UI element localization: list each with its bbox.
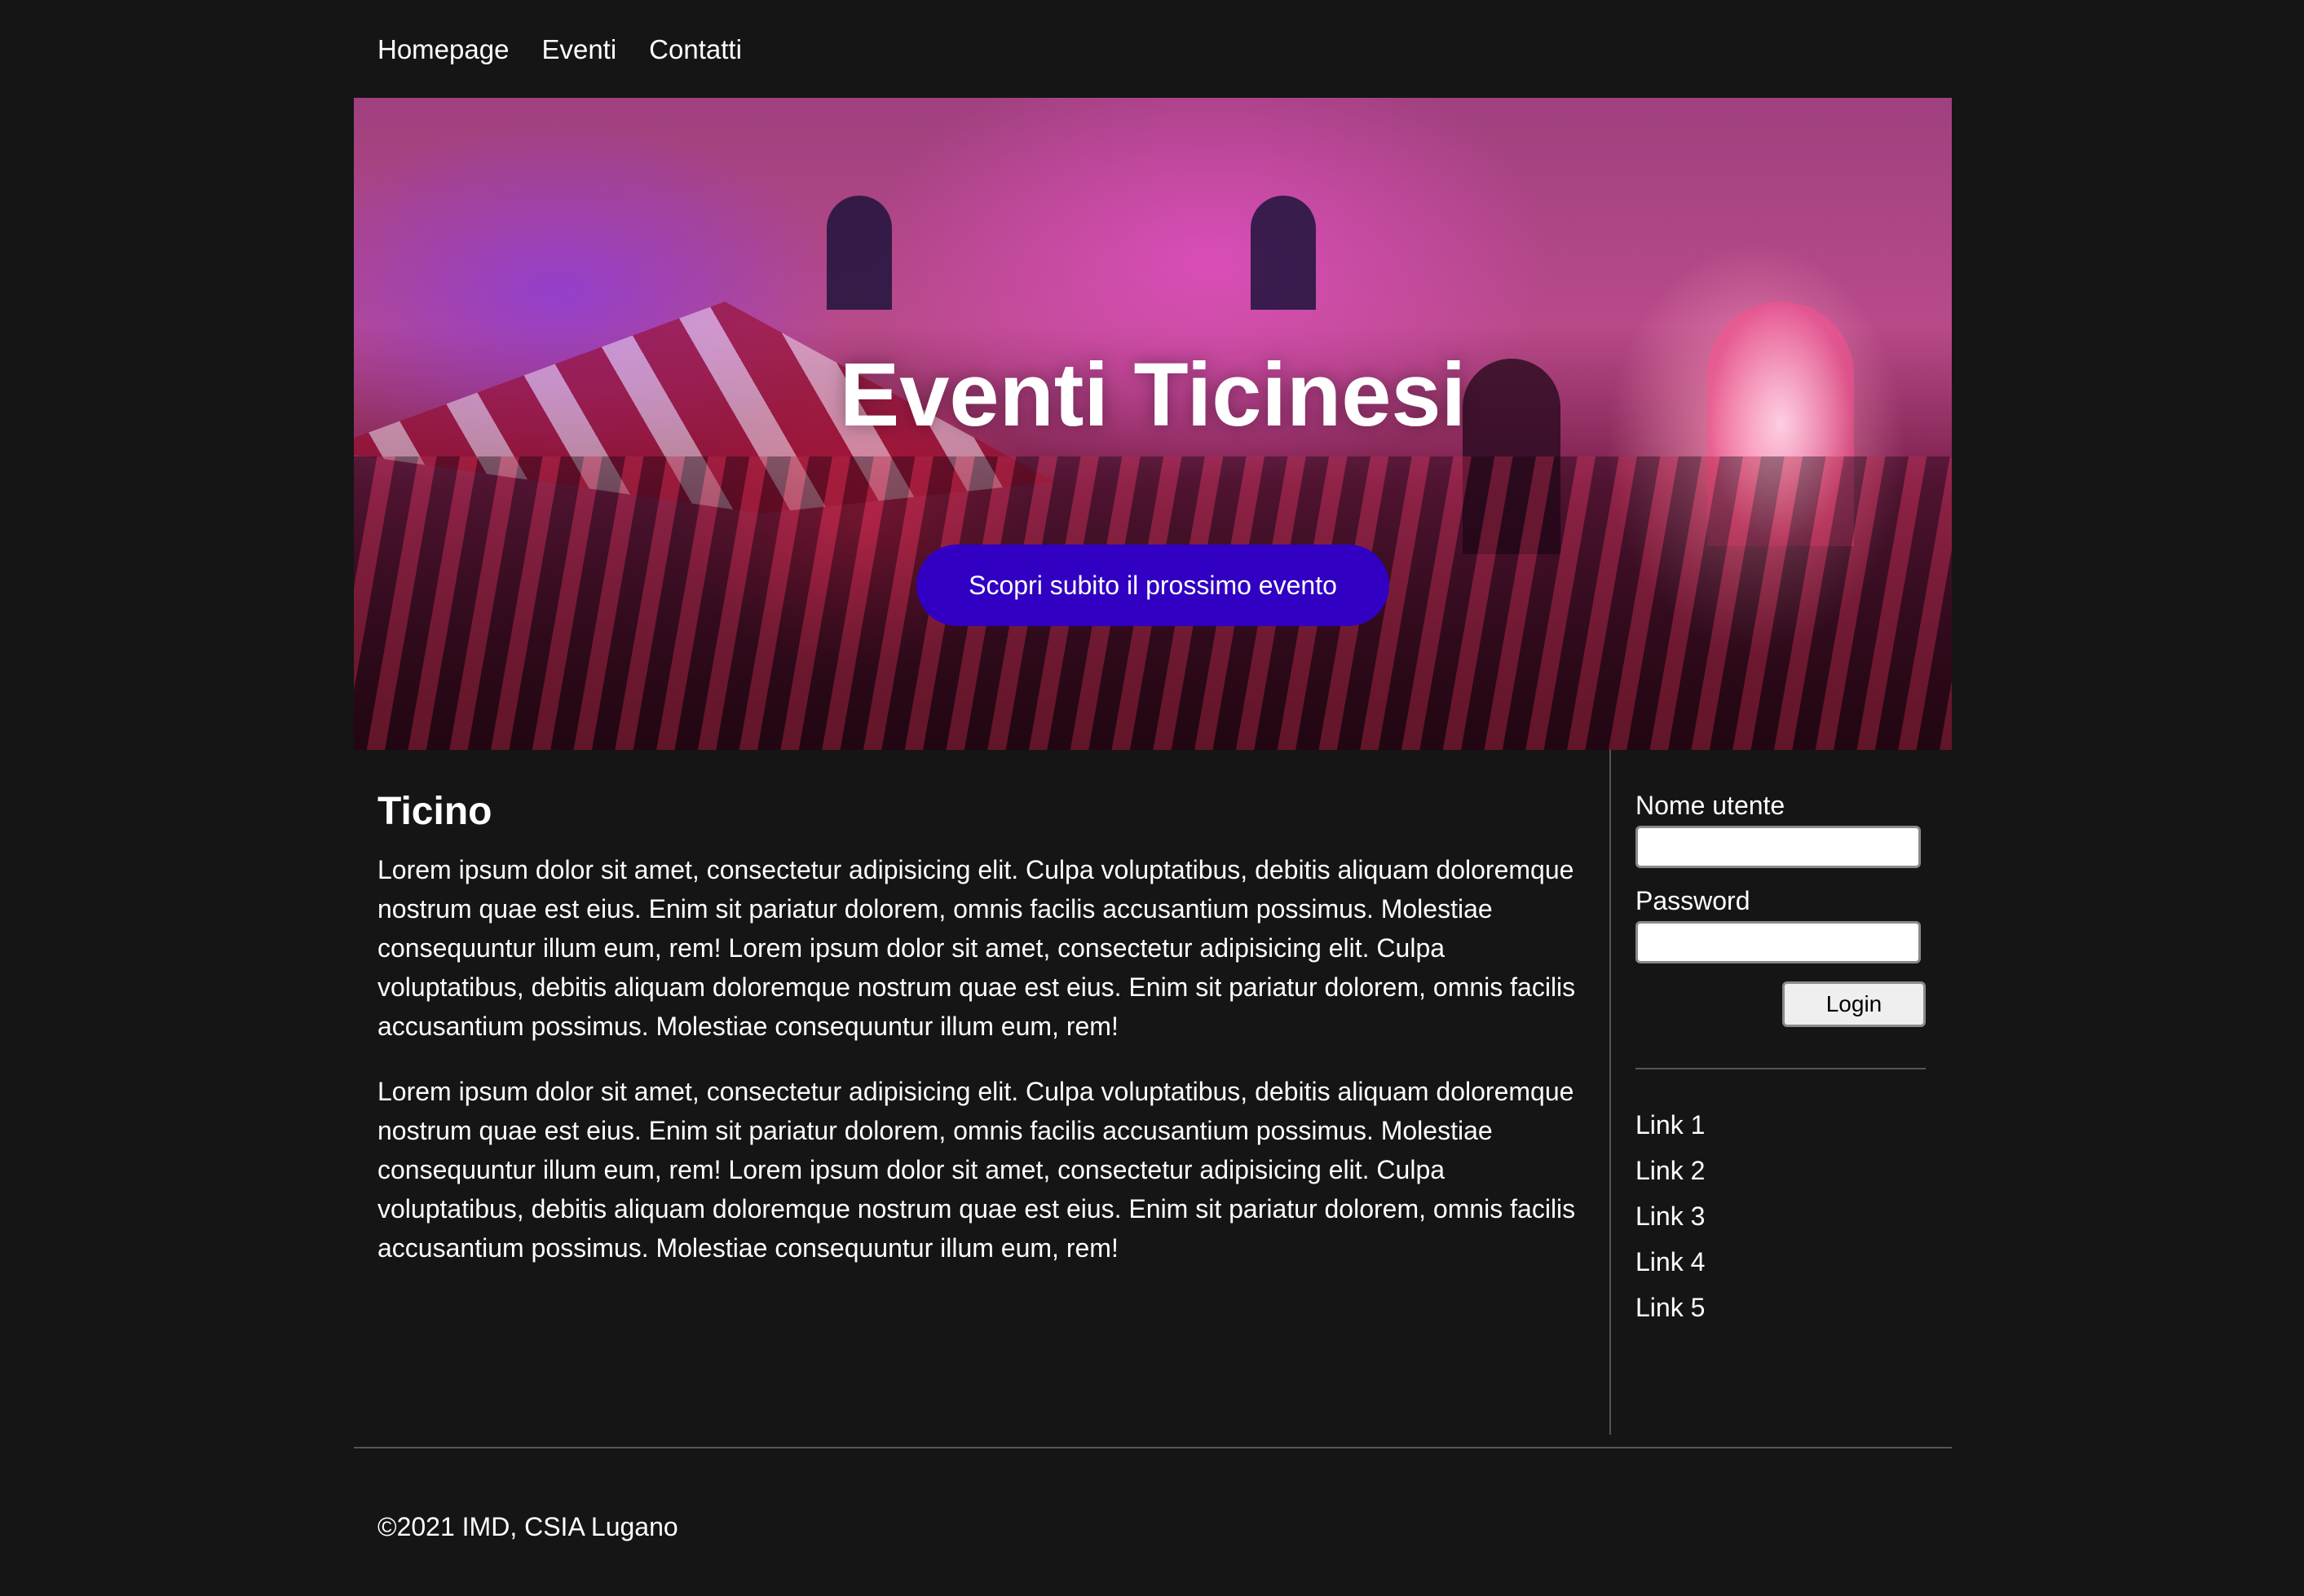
- login-button[interactable]: Login: [1782, 981, 1926, 1027]
- footer: ©2021 IMD, CSIA Lugano: [354, 1447, 1952, 1579]
- discover-next-event-button[interactable]: Scopri subito il prossimo evento: [916, 544, 1389, 626]
- content-area: Ticino Lorem ipsum dolor sit amet, conse…: [354, 750, 1952, 1435]
- top-nav: Homepage Eventi Contatti: [354, 0, 1952, 98]
- article-paragraph: Lorem ipsum dolor sit amet, consectetur …: [377, 1076, 1576, 1263]
- sidebar-link-4[interactable]: Link 4: [1635, 1239, 1927, 1285]
- sidebar-link-3[interactable]: Link 3: [1635, 1193, 1927, 1239]
- sidebar-divider: [1635, 1068, 1926, 1069]
- nav-link-homepage[interactable]: Homepage: [377, 36, 509, 63]
- login-row: Login: [1635, 981, 1926, 1027]
- nav-link-eventi[interactable]: Eventi: [541, 36, 616, 63]
- hero-banner: Eventi Ticinesi Scopri subito il prossim…: [354, 98, 1952, 750]
- login-form: Nome utente Password Login: [1635, 791, 1927, 1027]
- footer-copyright: ©2021 IMD, CSIA Lugano: [377, 1512, 678, 1541]
- sidebar-link-5[interactable]: Link 5: [1635, 1285, 1927, 1330]
- hero-photo-window: [1251, 196, 1316, 310]
- section-heading: Ticino: [377, 790, 492, 833]
- password-label: Password: [1635, 886, 1750, 915]
- hero-photo-window: [827, 196, 892, 310]
- username-label: Nome utente: [1635, 791, 1785, 820]
- sidebar: Nome utente Password Login Link 1 Link 2…: [1609, 750, 1952, 1435]
- sidebar-link-2[interactable]: Link 2: [1635, 1148, 1927, 1193]
- password-input[interactable]: [1635, 921, 1921, 963]
- main-article: Ticino Lorem ipsum dolor sit amet, conse…: [354, 750, 1609, 1435]
- sidebar-link-1[interactable]: Link 1: [1635, 1102, 1927, 1148]
- hero-title: Eventi Ticinesi: [839, 345, 1467, 445]
- username-input[interactable]: [1635, 826, 1921, 868]
- sidebar-links: Link 1 Link 2 Link 3 Link 4 Link 5: [1635, 1102, 1927, 1330]
- nav-link-contatti[interactable]: Contatti: [649, 36, 742, 63]
- page-wrapper: Homepage Eventi Contatti Eventi Ticinesi…: [354, 0, 1952, 1579]
- article-paragraph: Lorem ipsum dolor sit amet, consectetur …: [377, 854, 1576, 1041]
